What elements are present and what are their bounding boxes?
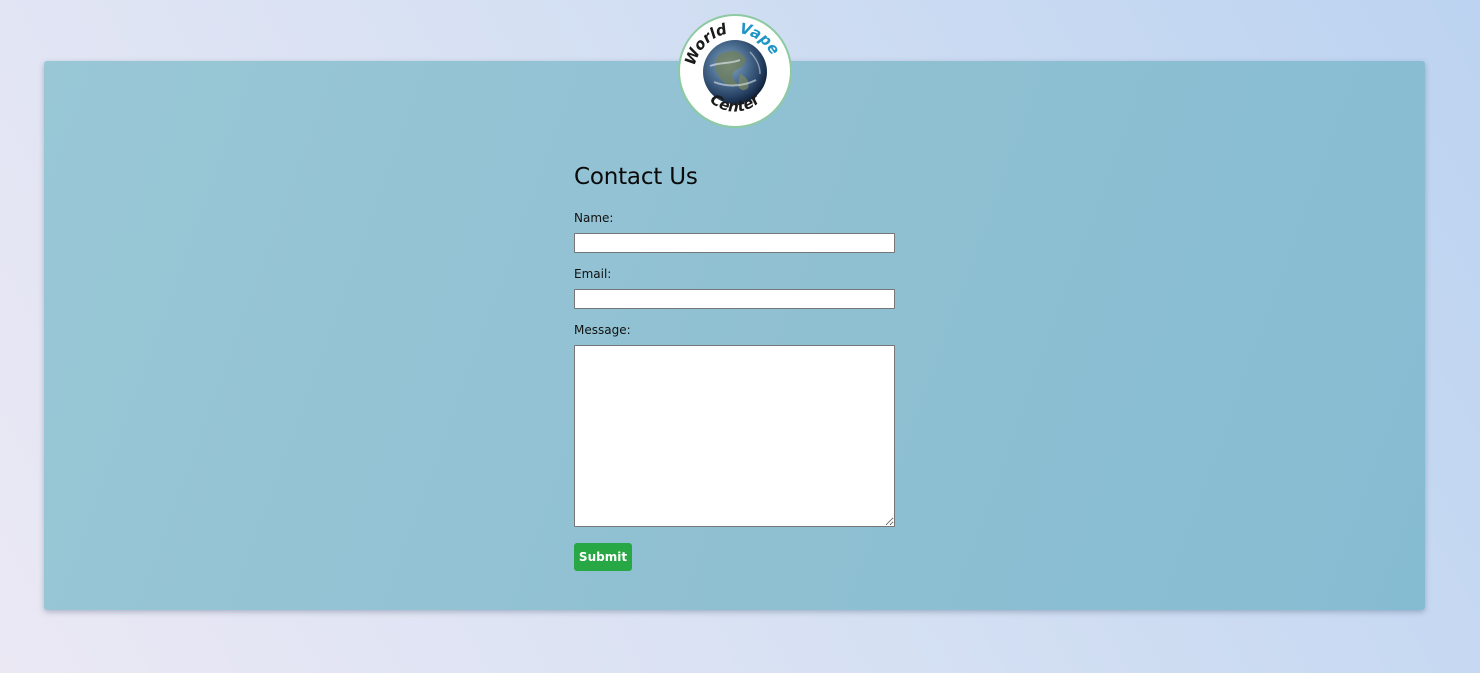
page-title: Contact Us [574, 164, 698, 190]
message-field[interactable] [574, 345, 895, 527]
world-vape-center-logo: World Vape Center [678, 14, 792, 128]
contact-card [44, 61, 1425, 610]
name-field[interactable] [574, 233, 895, 253]
earth-globe-icon: World Vape Center [681, 19, 784, 116]
email-label: Email: [574, 267, 612, 281]
email-field[interactable] [574, 289, 895, 309]
contact-form: Contact Us Name: Email: Message: Submit [574, 160, 895, 571]
submit-button[interactable]: Submit [574, 543, 632, 571]
message-label: Message: [574, 323, 631, 337]
name-label: Name: [574, 211, 614, 225]
